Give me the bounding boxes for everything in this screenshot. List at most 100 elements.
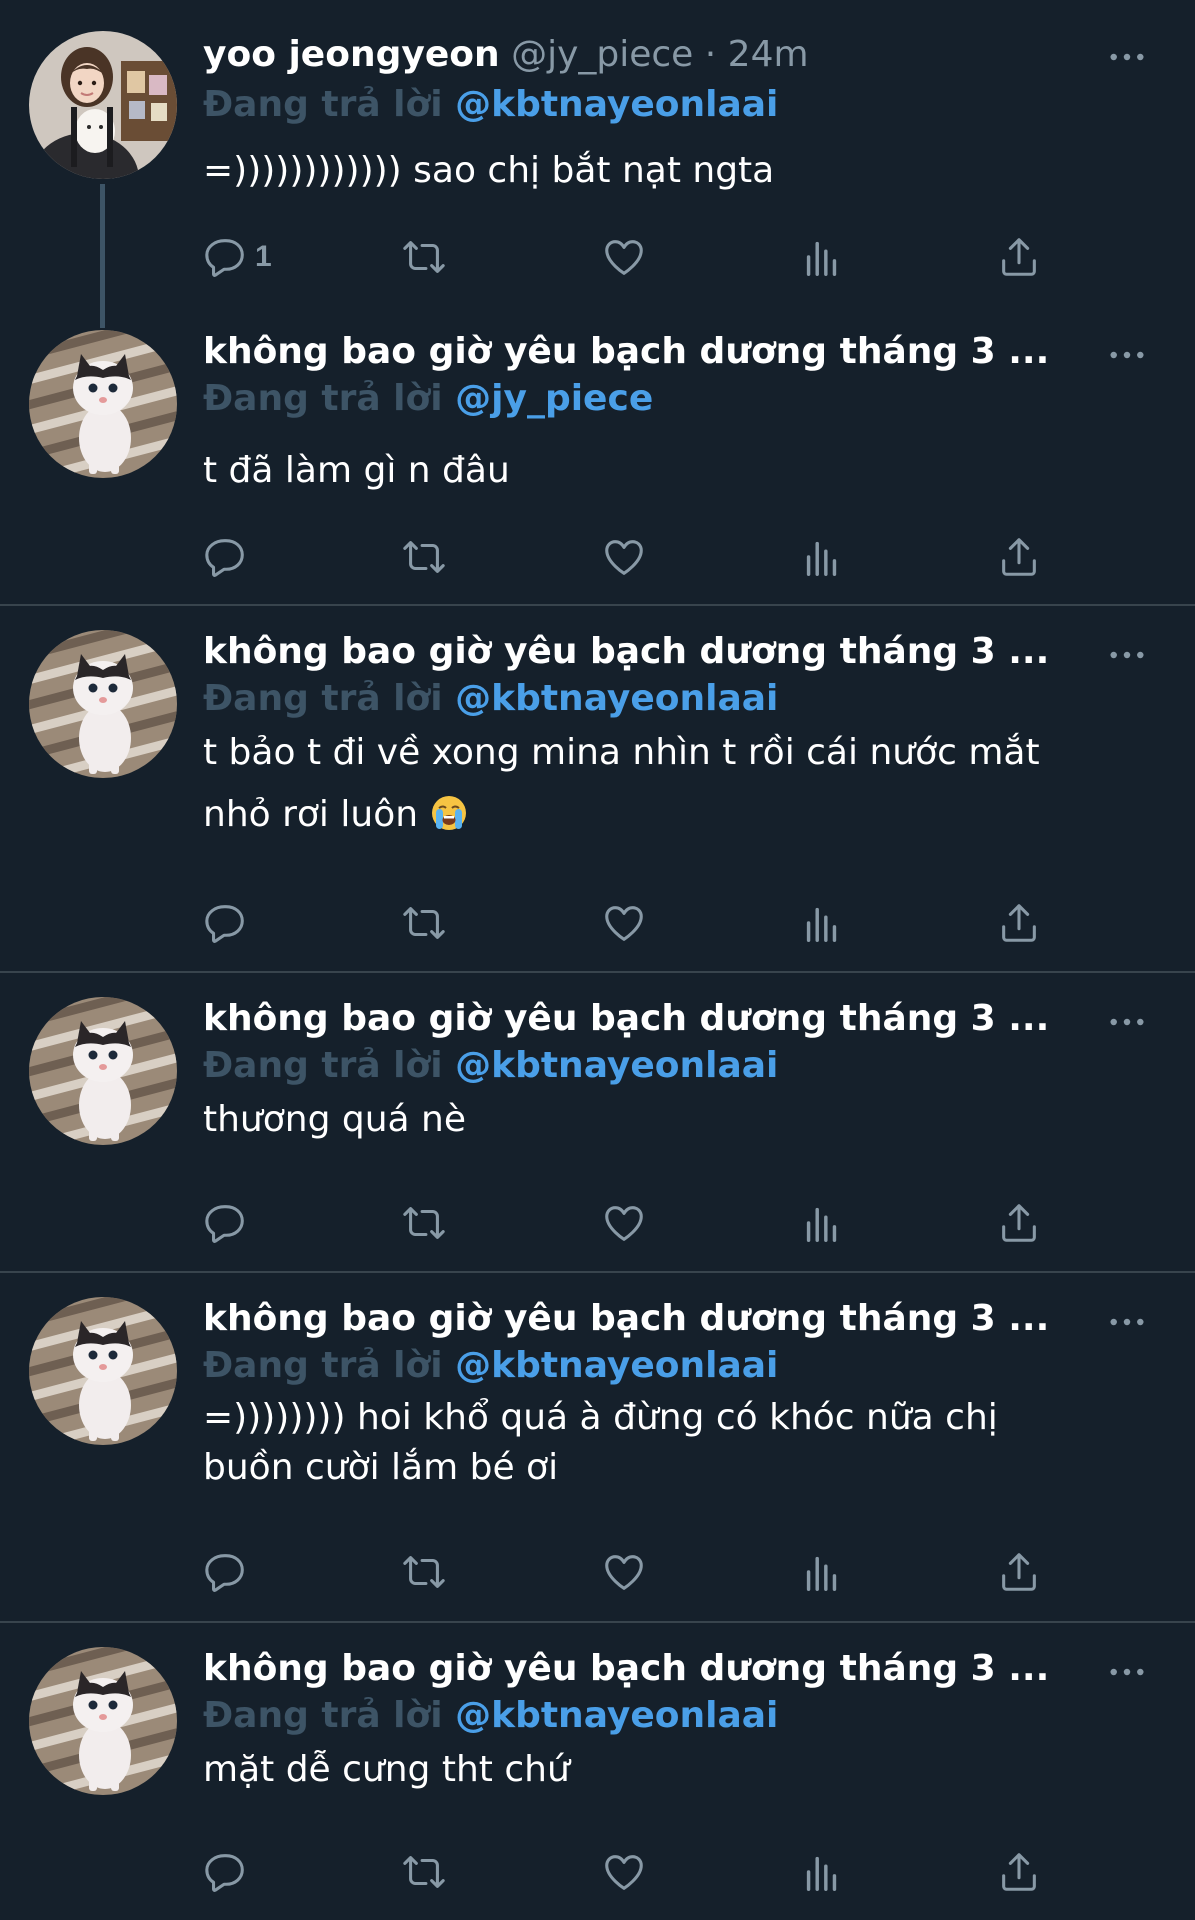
tweet-text: t đã làm gì n đâu (203, 450, 510, 491)
analytics-icon (799, 234, 845, 280)
retweet-button[interactable] (401, 893, 447, 953)
avatar[interactable] (29, 330, 177, 478)
share-button[interactable] (996, 893, 1042, 953)
avatar[interactable] (29, 31, 177, 179)
display-name[interactable]: không bao giờ yêu bạch dương tháng 3 ... (203, 631, 1049, 672)
reply-button[interactable]: 1 (203, 227, 272, 287)
replying-to-handle[interactable]: @jy_piece (455, 378, 653, 419)
analytics-icon (799, 1549, 845, 1595)
analytics-icon (799, 1200, 845, 1246)
more-icon (1108, 1316, 1146, 1328)
like-button[interactable] (601, 227, 647, 287)
retweet-button[interactable] (401, 1193, 447, 1253)
tweet[interactable]: không bao giờ yêu bạch dương tháng 3 ...… (0, 1623, 1195, 1920)
reply-button[interactable] (203, 1842, 249, 1902)
tweet[interactable]: yoo jeongyeon @jy_piece · 24m Đang trả l… (0, 0, 1195, 330)
replying-to-handle[interactable]: @kbtnayeonlaai (455, 1695, 778, 1736)
avatar[interactable] (29, 1297, 177, 1445)
more-options-button[interactable] (1099, 37, 1155, 77)
like-button[interactable] (601, 1842, 647, 1902)
like-button[interactable] (601, 1542, 647, 1602)
share-icon (996, 1849, 1042, 1895)
like-button[interactable] (601, 527, 647, 587)
analytics-button[interactable] (799, 1193, 845, 1253)
separator-dot: · (704, 34, 717, 75)
tweet-header: không bao giờ yêu bạch dương tháng 3 ... (203, 995, 1075, 1043)
replying-to-label: Đang trả lời (203, 1695, 443, 1736)
reply-button[interactable] (203, 893, 249, 953)
heart-icon (601, 900, 647, 946)
tweet-text: =)))))))))))) sao chị bắt nạt ngta (203, 150, 775, 191)
reply-icon (203, 1200, 249, 1246)
more-icon (1108, 649, 1146, 661)
tweet-actions: 1 (203, 227, 1063, 287)
like-button[interactable] (601, 893, 647, 953)
replying-to-handle[interactable]: @kbtnayeonlaai (455, 1345, 778, 1386)
heart-icon (601, 1549, 647, 1595)
reply-button[interactable] (203, 1542, 249, 1602)
heart-icon (601, 534, 647, 580)
tweet[interactable]: không bao giờ yêu bạch dương tháng 3 ...… (0, 1273, 1195, 1622)
avatar[interactable] (29, 997, 177, 1145)
retweet-button[interactable] (401, 1842, 447, 1902)
replying-to: Đang trả lời @kbtnayeonlaai (203, 675, 778, 723)
tweet[interactable]: không bao giờ yêu bạch dương tháng 3 ...… (0, 606, 1195, 972)
replying-to-handle[interactable]: @kbtnayeonlaai (455, 678, 778, 719)
tweet-text-line: nhỏ rơi luôn (203, 784, 1123, 846)
share-button[interactable] (996, 227, 1042, 287)
tweet-text: thương quá nè (203, 1099, 467, 1140)
replying-to-handle[interactable]: @kbtnayeonlaai (455, 1045, 778, 1086)
reply-count: 1 (255, 240, 272, 273)
tweet[interactable]: không bao giờ yêu bạch dương tháng 3 ...… (0, 973, 1195, 1271)
like-button[interactable] (601, 1193, 647, 1253)
share-icon (996, 1549, 1042, 1595)
loudly-crying-face-emoji (430, 794, 468, 832)
more-icon (1108, 1016, 1146, 1028)
avatar[interactable] (29, 1647, 177, 1795)
display-name[interactable]: không bao giờ yêu bạch dương tháng 3 ... (203, 1648, 1049, 1689)
retweet-icon (401, 1549, 447, 1595)
share-button[interactable] (996, 527, 1042, 587)
tweet[interactable]: không bao giờ yêu bạch dương tháng 3 ...… (0, 330, 1195, 605)
thread-line (100, 184, 105, 328)
reply-button[interactable] (203, 1193, 249, 1253)
replying-to-handle[interactable]: @kbtnayeonlaai (455, 84, 778, 125)
analytics-button[interactable] (799, 527, 845, 587)
share-button[interactable] (996, 1842, 1042, 1902)
more-options-button[interactable] (1099, 635, 1155, 675)
analytics-button[interactable] (799, 893, 845, 953)
retweet-button[interactable] (401, 1542, 447, 1602)
share-icon (996, 534, 1042, 580)
tweet-actions (203, 1193, 1063, 1253)
tweet-header: yoo jeongyeon @jy_piece · 24m (203, 31, 1075, 79)
retweet-button[interactable] (401, 227, 447, 287)
display-name[interactable]: không bao giờ yêu bạch dương tháng 3 ... (203, 998, 1049, 1039)
more-options-button[interactable] (1099, 1302, 1155, 1342)
more-icon (1108, 51, 1146, 63)
reply-icon (203, 900, 249, 946)
analytics-icon (799, 1849, 845, 1895)
replying-to-label: Đang trả lời (203, 84, 443, 125)
timestamp[interactable]: 24m (728, 34, 809, 75)
share-icon (996, 900, 1042, 946)
retweet-icon (401, 1200, 447, 1246)
analytics-button[interactable] (799, 1542, 845, 1602)
user-handle[interactable]: @jy_piece (511, 34, 693, 75)
more-options-button[interactable] (1099, 1002, 1155, 1042)
tweet-header: không bao giờ yêu bạch dương tháng 3 ... (203, 328, 1075, 376)
reply-button[interactable] (203, 527, 249, 587)
more-options-button[interactable] (1099, 335, 1155, 375)
tweet-text-line: buồn cười lắm bé ơi (203, 1447, 559, 1488)
tweet-text: =)))))))) hoi khổ quá à đừng có khóc nữa… (203, 1393, 1123, 1493)
analytics-button[interactable] (799, 227, 845, 287)
reply-icon (203, 1849, 249, 1895)
display-name[interactable]: không bao giờ yêu bạch dương tháng 3 ... (203, 1298, 1049, 1339)
analytics-button[interactable] (799, 1842, 845, 1902)
avatar[interactable] (29, 630, 177, 778)
retweet-button[interactable] (401, 527, 447, 587)
display-name[interactable]: không bao giờ yêu bạch dương tháng 3 ... (203, 331, 1049, 372)
more-options-button[interactable] (1099, 1652, 1155, 1692)
share-button[interactable] (996, 1542, 1042, 1602)
display-name[interactable]: yoo jeongyeon (203, 34, 500, 75)
share-button[interactable] (996, 1193, 1042, 1253)
